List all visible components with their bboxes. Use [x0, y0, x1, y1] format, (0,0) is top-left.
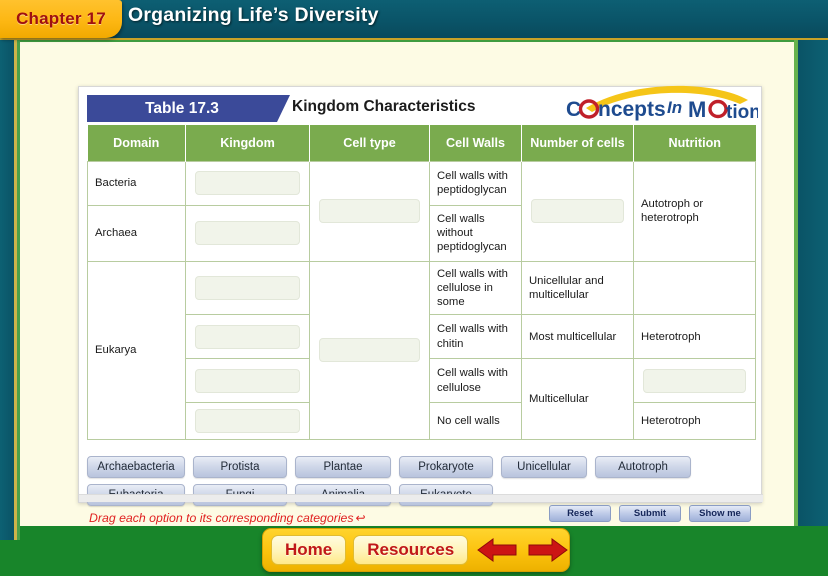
drop-slot[interactable] — [195, 324, 300, 349]
domain-eukarya: Eukarya — [87, 260, 186, 441]
drop-slot[interactable] — [195, 221, 300, 245]
option-chip-autotroph[interactable]: Autotroph — [595, 456, 691, 478]
horizontal-scrollbar[interactable] — [79, 494, 763, 502]
nutrition-dropzone-protista[interactable] — [633, 260, 756, 316]
kingdom-dropzone-archaea[interactable] — [185, 204, 310, 262]
activity-card: Table 17.3 Kingdom Characteristics Domai… — [78, 86, 763, 525]
drop-slot[interactable] — [195, 368, 300, 393]
application-window: C ncepts In M tion Table 17.3 Kingdom Ch… — [0, 0, 828, 576]
drop-slot[interactable] — [195, 275, 300, 300]
logo-text-m: M — [688, 97, 706, 122]
left-rail — [0, 40, 14, 540]
kingdom-characteristics-table: Domain Kingdom Cell type Cell Walls Numb… — [87, 125, 756, 441]
kingdom-dropzone-bacteria[interactable] — [185, 160, 310, 206]
cell-walls-plantae: Cell walls with cellulose — [429, 358, 522, 404]
domain-archaea: Archaea — [87, 204, 186, 262]
chapter-tab[interactable]: Chapter 17 — [0, 0, 122, 38]
table-row: Bacteria Cell walls with peptidoglycan A… — [87, 160, 756, 262]
column-header-domain: Domain — [87, 125, 186, 161]
cell-type-dropzone-prokaryote[interactable] — [309, 160, 430, 262]
header-band — [0, 0, 828, 43]
column-header-kingdom: Kingdom — [185, 125, 310, 161]
right-rail — [798, 40, 828, 526]
back-arrow-icon[interactable] — [475, 535, 519, 565]
kingdom-dropzone-eukarya-4[interactable] — [185, 402, 310, 441]
submit-button[interactable]: Submit — [619, 505, 681, 522]
nutrition-fungi: Heterotroph — [633, 314, 756, 360]
option-chip-archaebacteria[interactable]: Archaebacteria — [87, 456, 185, 478]
chapter-label: Chapter 17 — [16, 9, 106, 28]
table-number-badge: Table 17.3 — [87, 95, 290, 122]
nutrition-bacteria-archaea: Autotroph or heterotroph — [633, 160, 756, 262]
option-chip-unicellular[interactable]: Unicellular — [501, 456, 587, 478]
column-header-number-of-cells: Number of cells — [521, 125, 634, 161]
back-arrow-svg — [477, 538, 517, 562]
number-of-cells-dropzone-bacteria-archaea[interactable] — [521, 160, 634, 262]
cell-walls-protista: Cell walls with cellulose in some — [429, 260, 522, 316]
drop-slot[interactable] — [319, 199, 420, 223]
concepts-in-motion-logo: C ncepts In M tion — [562, 82, 761, 126]
kingdom-dropzone-eukarya-1[interactable] — [185, 260, 310, 316]
action-button-group: Reset Submit Show me — [549, 505, 751, 522]
number-of-cells-protista: Unicellular and multicellular — [521, 260, 634, 316]
drop-slot[interactable] — [195, 171, 300, 195]
nutrition-dropzone-plantae[interactable] — [633, 358, 756, 404]
logo-text-ncepts: ncepts — [598, 98, 666, 121]
option-chip-plantae[interactable]: Plantae — [295, 456, 391, 478]
instruction-text: Drag each option to its corresponding ca… — [89, 511, 366, 525]
home-button[interactable]: Home — [271, 535, 347, 565]
column-header-cell-walls: Cell Walls — [429, 125, 522, 161]
logo-text-in: In — [667, 98, 682, 117]
kingdom-dropzone-eukarya-2[interactable] — [185, 314, 310, 360]
cell-walls-bacteria: Cell walls with peptidoglycan — [429, 160, 522, 206]
page-title: Organizing Life’s Diversity — [128, 4, 379, 26]
cell-walls-animalia: No cell walls — [429, 402, 522, 441]
concepts-in-motion-logo-svg: C ncepts In M tion — [566, 85, 761, 123]
domain-bacteria: Bacteria — [87, 160, 186, 206]
cell-walls-fungi: Cell walls with chitin — [429, 314, 522, 360]
reset-button[interactable]: Reset — [549, 505, 611, 522]
cell-walls-archaea: Cell walls without peptidoglycan — [429, 204, 522, 262]
drop-slot[interactable] — [643, 368, 746, 393]
drop-slot[interactable] — [319, 338, 420, 363]
table-caption: Kingdom Characteristics — [292, 98, 476, 115]
table-number-label: Table 17.3 — [145, 99, 219, 117]
cell-type-dropzone-eukaryote[interactable] — [309, 260, 430, 441]
nutrition-animalia: Heterotroph — [633, 402, 756, 441]
page-surface: C ncepts In M tion Table 17.3 Kingdom Ch… — [20, 42, 794, 526]
forward-arrow-svg — [528, 538, 569, 562]
table-row: Eukarya Cell walls with cellulose in som… — [87, 260, 756, 441]
drop-slot[interactable] — [531, 199, 624, 223]
column-header-cell-type: Cell type — [309, 125, 430, 161]
number-of-cells-fungi: Most multicellular — [521, 314, 634, 360]
right-rail-stripe-green — [794, 40, 798, 526]
logo-text-tion: tion — [726, 102, 758, 123]
drop-slot[interactable] — [195, 409, 300, 434]
show-me-button[interactable]: Show me — [689, 505, 751, 522]
kingdom-dropzone-eukarya-3[interactable] — [185, 358, 310, 404]
column-header-nutrition: Nutrition — [633, 125, 756, 161]
instruction-arrow-icon: ↩ — [355, 511, 366, 525]
instruction-label: Drag each option to its corresponding ca… — [89, 511, 354, 525]
option-chip-protista[interactable]: Protista — [193, 456, 287, 478]
resources-button[interactable]: Resources — [353, 535, 469, 565]
option-row-1: Archaebacteria Protista Plantae Prokaryo… — [87, 456, 755, 478]
number-of-cells-plantae-animalia: Multicellular — [521, 358, 634, 441]
option-bank: Archaebacteria Protista Plantae Prokaryo… — [87, 456, 755, 512]
forward-arrow-icon[interactable] — [526, 535, 570, 565]
logo-o-ring-red-2 — [708, 99, 728, 119]
option-chip-prokaryote[interactable]: Prokaryote — [399, 456, 493, 478]
table-header-row: Domain Kingdom Cell type Cell Walls Numb… — [87, 125, 756, 161]
bottom-navigation-bar: Home Resources — [262, 528, 570, 572]
